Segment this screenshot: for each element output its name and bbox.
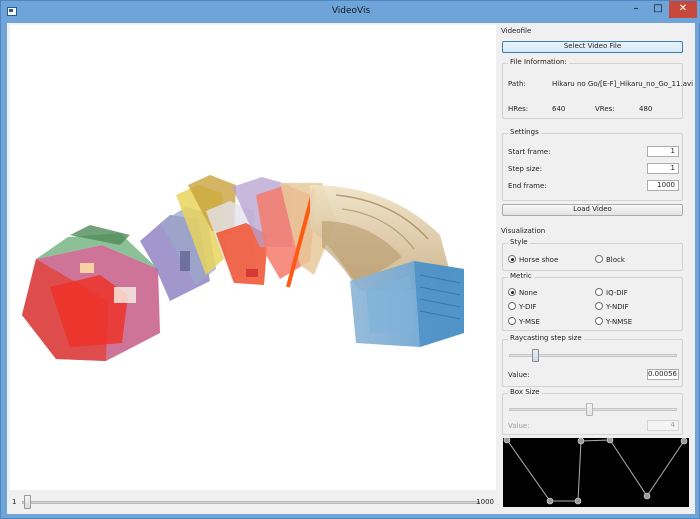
end-frame-input[interactable]: 1000 [647,180,679,191]
tf-control-point[interactable] [680,438,688,445]
metric-y-ndif-label[interactable]: Y-NDIF [606,303,629,311]
settings-title: Settings [508,128,541,136]
transfer-function-editor[interactable] [503,438,689,507]
metric-iq-dif-label[interactable]: IQ-DIF [606,289,628,297]
vres-label: VRes: [595,105,615,113]
raycasting-value-label: Value: [508,371,530,379]
metric-none-label[interactable]: None [519,289,537,297]
tf-control-point[interactable] [574,497,582,505]
maximize-button[interactable]: □ [647,1,669,18]
style-horse-shoe-label[interactable]: Horse shoe [519,256,558,264]
metric-y-nmse-label[interactable]: Y-NMSE [606,318,632,326]
tf-control-point[interactable] [643,492,651,500]
frame-slider-max-label: 1000 [476,498,494,506]
start-frame-label: Start frame: [508,148,551,156]
style-block-label[interactable]: Block [606,256,625,264]
metric-title: Metric [508,272,534,280]
tf-control-point[interactable] [503,438,511,444]
style-block-radio[interactable] [595,255,603,263]
path-label: Path: [508,80,526,88]
frame-slider[interactable]: 1 1000 [10,493,496,511]
step-size-input[interactable]: 1 [647,163,679,174]
box-size-title: Box Size [508,388,542,396]
step-size-label: Step size: [508,165,543,173]
metric-y-ndif-radio[interactable] [595,302,603,310]
close-button[interactable]: ✕ [669,1,697,18]
hres-label: HRes: [508,105,529,113]
metric-y-mse-label[interactable]: Y-MSE [519,318,540,326]
horseshoe-volume-render [22,175,464,361]
hres-value: 640 [552,105,566,113]
file-information-title: File Information: [508,58,569,66]
select-video-file-button[interactable]: Select Video File [502,41,683,53]
file-information-group: File Information: [502,58,683,119]
end-frame-label: End frame: [508,182,547,190]
app-window: VideoVis – □ ✕ 1 1000 Videofile Select V… [0,0,700,519]
title-bar[interactable]: VideoVis – □ ✕ [1,1,700,23]
client-area: 1 1000 Videofile Select Video File File … [7,23,695,514]
tf-control-point[interactable] [546,497,554,505]
raycasting-title: Raycasting step size [508,334,584,342]
metric-none-radio[interactable] [508,288,516,296]
style-horse-shoe-radio[interactable] [508,255,516,263]
frame-slider-min-label: 1 [12,498,17,506]
metric-y-mse-radio[interactable] [508,317,516,325]
metric-iq-dif-radio[interactable] [595,288,603,296]
window-title: VideoVis [331,6,371,16]
volume-render-viewport[interactable] [10,25,496,490]
tf-control-point[interactable] [577,438,585,445]
box-size-value-label: Value: [508,422,530,430]
box-size-value-input: 4 [647,420,679,431]
vres-value: 480 [639,105,653,113]
visualization-group-title: Visualization [501,227,546,235]
path-value: Hikaru no Go/[E-F]_Hikaru_no_Go_11.avi [552,80,694,88]
metric-y-nmse-radio[interactable] [595,317,603,325]
frame-slider-handle[interactable] [24,495,31,509]
raycasting-value-input[interactable]: 0.00056 [647,369,679,380]
style-title: Style [508,238,530,246]
control-panel: Videofile Select Video File File Informa… [497,23,695,514]
start-frame-input[interactable]: 1 [647,146,679,157]
metric-y-dif-label[interactable]: Y-DIF [519,303,536,311]
tf-control-point[interactable] [606,438,614,444]
videofile-group-title: Videofile [501,27,532,35]
transfer-function-curve [503,438,688,505]
box-size-slider-handle [586,403,594,416]
minimize-button[interactable]: – [625,1,647,18]
load-video-button[interactable]: Load Video [502,204,683,216]
metric-y-dif-radio[interactable] [508,302,516,310]
frame-slider-track[interactable] [22,501,480,504]
raycasting-slider-handle[interactable] [531,349,539,362]
